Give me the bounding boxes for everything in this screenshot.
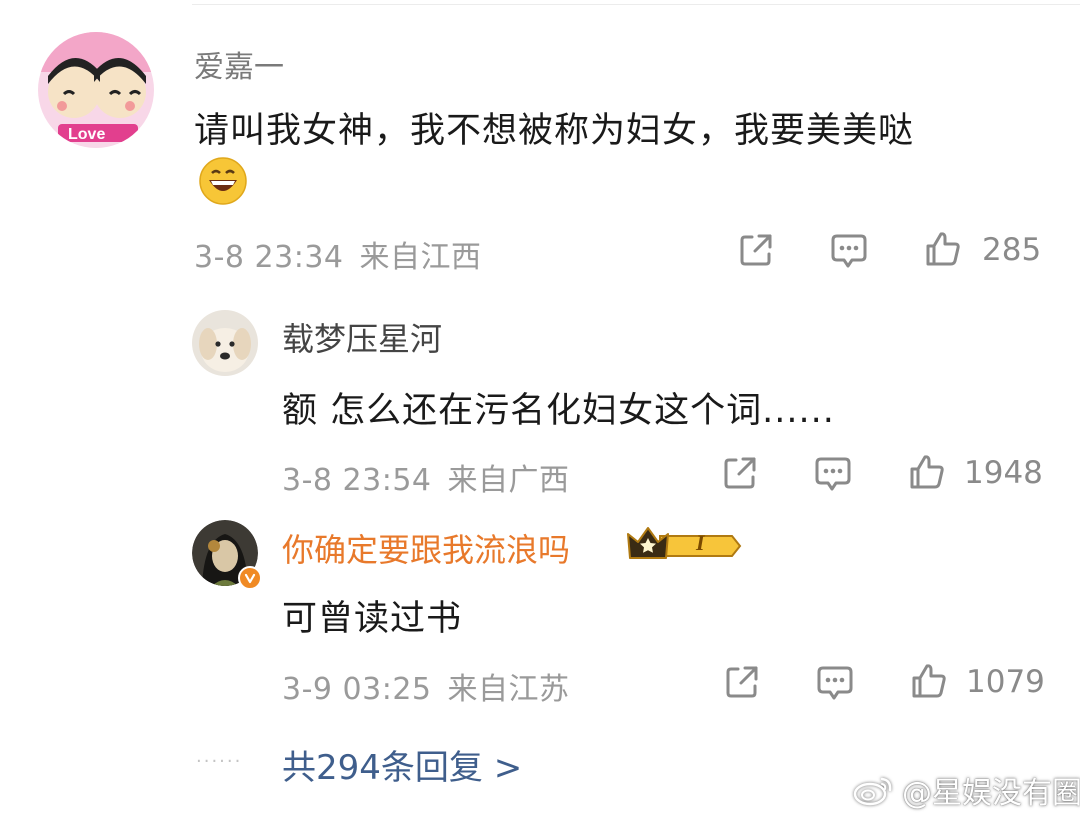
comment-timestamp: 3-9 03:25 xyxy=(282,672,432,707)
comment-meta: 3-8 23:34 来自江西 xyxy=(194,232,482,276)
crown-icon xyxy=(627,527,742,559)
comment-meta: 3-8 23:54 来自广西 xyxy=(282,455,570,499)
thumbs-up-icon xyxy=(926,232,960,266)
comment-location: 来自广西 xyxy=(447,463,570,498)
like-button[interactable] xyxy=(906,451,948,493)
share-icon xyxy=(724,457,756,489)
comment-button[interactable] xyxy=(828,230,870,272)
comment-username[interactable]: 载梦压星河 xyxy=(282,314,442,360)
comment-button[interactable] xyxy=(812,453,854,495)
thumbs-up-icon xyxy=(912,664,946,698)
comment-username[interactable]: 你确定要跟我流浪吗 xyxy=(282,525,570,571)
thumbs-up-icon xyxy=(910,455,944,489)
comment-button[interactable] xyxy=(814,662,856,704)
verified-badge-icon xyxy=(238,566,262,590)
vip-crown-badge: I xyxy=(626,524,742,564)
avatar-image: Love xyxy=(38,32,154,148)
share-button[interactable] xyxy=(722,662,762,702)
comment-text: 额 怎么还在污名化妇女这个词...... xyxy=(282,391,835,431)
comment-text: 请叫我女神，我不想被称为妇女，我要美美哒 xyxy=(194,111,915,151)
comment-icon xyxy=(831,234,867,268)
like-count: 1079 xyxy=(966,664,1045,700)
watermark-text: @星娱没有圈 xyxy=(902,776,1080,811)
grinning-emoji xyxy=(198,156,248,206)
comment-text: 可曾读过书 xyxy=(282,599,463,639)
avatar[interactable] xyxy=(192,310,258,376)
comment-location: 来自江苏 xyxy=(447,672,570,707)
avatar-image xyxy=(192,310,258,376)
avatar[interactable]: Love xyxy=(38,32,154,148)
comment-timestamp: 3-8 23:34 xyxy=(194,240,344,275)
top-divider xyxy=(192,4,1080,5)
share-button[interactable] xyxy=(720,453,760,493)
replies-dots: ...... xyxy=(196,746,243,767)
like-count: 1948 xyxy=(964,455,1043,491)
view-replies-link[interactable]: 共294条回复 > xyxy=(282,740,522,789)
like-count: 285 xyxy=(982,232,1042,268)
share-icon xyxy=(740,234,772,266)
comment-icon xyxy=(817,666,853,700)
comment-timestamp: 3-8 23:54 xyxy=(282,463,432,498)
share-button[interactable] xyxy=(736,230,776,270)
share-icon xyxy=(726,666,758,698)
avatar[interactable] xyxy=(192,520,262,590)
vip-level-label: I xyxy=(696,530,705,555)
like-button[interactable] xyxy=(908,660,950,702)
like-button[interactable] xyxy=(922,228,964,270)
weibo-logo-icon xyxy=(853,777,892,806)
comment-icon xyxy=(815,457,851,491)
comment-location: 来自江西 xyxy=(359,240,482,275)
comment-meta: 3-9 03:25 来自江苏 xyxy=(282,664,570,708)
watermark: @星娱没有圈 xyxy=(852,768,1080,812)
comment-username[interactable]: 爱嘉一 xyxy=(194,42,284,86)
svg-text:Love: Love xyxy=(68,126,105,143)
